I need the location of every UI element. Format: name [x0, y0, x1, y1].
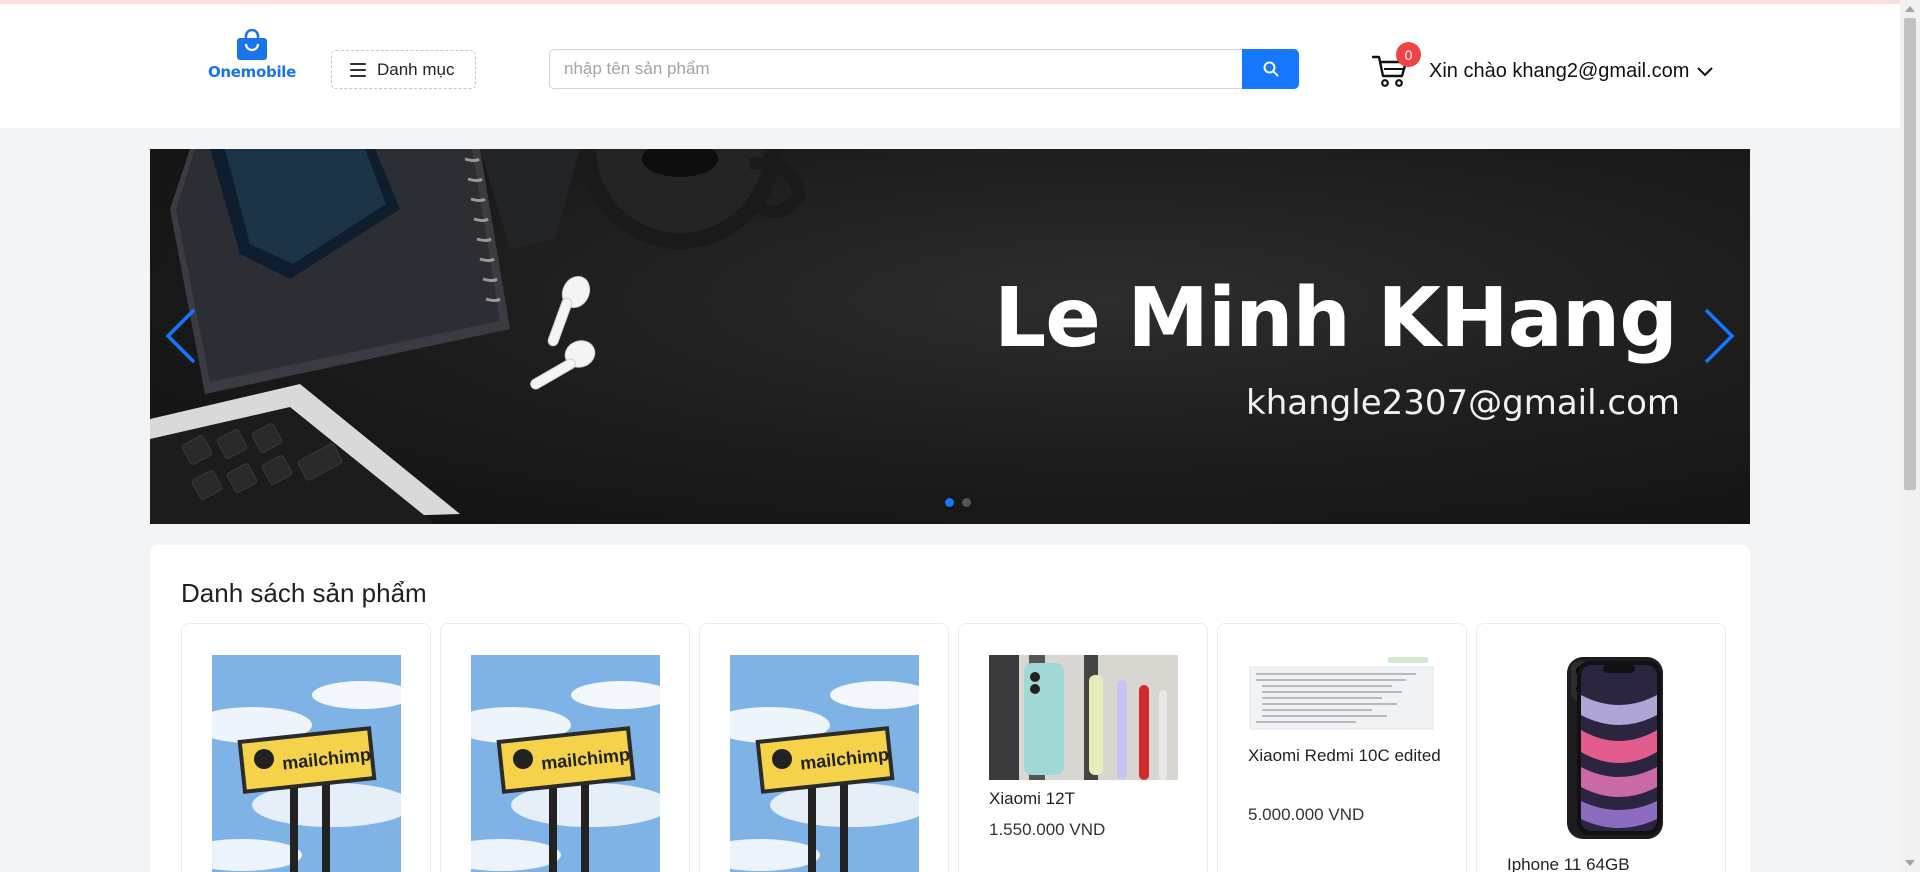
product-image-redmi-10c [1248, 655, 1437, 731]
search-input[interactable] [549, 49, 1242, 89]
product-image-mailchimp: mailchimp [471, 655, 660, 872]
product-card[interactable]: mailchimp [440, 623, 690, 872]
product-card[interactable]: Xiaomi Redmi 10C edited 5.000.000 VND [1217, 623, 1467, 872]
site-header: Onemobile Danh mục 0 Xin chào khang2@gma… [0, 4, 1900, 128]
product-card[interactable]: mailchimp [181, 623, 431, 872]
product-list-section: Danh sách sản phẩm mailchimp mailchimp m… [150, 545, 1750, 872]
product-image-mailchimp: mailchimp [212, 655, 401, 872]
cart-count-badge: 0 [1396, 42, 1421, 67]
scroll-thumb[interactable] [1904, 18, 1916, 490]
hero-banner: Le Minh KHang khangle2307@gmail.com [150, 149, 1750, 524]
product-card[interactable]: Xiaomi 12T 1.550.000 VND [958, 623, 1208, 872]
carousel-dot-2[interactable] [962, 498, 971, 507]
product-name: Xiaomi Redmi 10C edited [1248, 746, 1441, 765]
product-image-mailchimp: mailchimp [730, 655, 919, 872]
account-menu[interactable]: Xin chào khang2@gmail.com [1429, 60, 1714, 83]
product-image-xiaomi-12t [989, 655, 1178, 780]
search-bar [549, 49, 1299, 89]
product-card[interactable]: mailchimp [699, 623, 949, 872]
product-grid: mailchimp mailchimp mailchimp Xiaomi 12T… [181, 623, 1726, 872]
product-price: 5.000.000 VND [1248, 805, 1365, 824]
cart-button[interactable]: 0 [1371, 42, 1421, 90]
product-price: 1.550.000 VND [989, 820, 1106, 839]
greeting-text: Xin chào khang2@gmail.com [1429, 60, 1690, 82]
next-slide-arrow[interactable] [1702, 306, 1738, 366]
product-card[interactable]: Iphone 11 64GB [1476, 623, 1726, 872]
menu-icon [350, 62, 366, 77]
product-name: Iphone 11 64GB [1507, 855, 1630, 872]
shopping-bag-icon [237, 29, 267, 60]
page-scrollbar[interactable] [1900, 0, 1920, 872]
product-list-heading: Danh sách sản phẩm [181, 578, 427, 608]
carousel-dot-1[interactable] [945, 498, 954, 507]
product-image-iphone-11 [1507, 655, 1696, 840]
carousel-dots [945, 498, 971, 507]
product-name: Xiaomi 12T [989, 789, 1075, 808]
prev-slide-arrow[interactable] [162, 306, 198, 366]
banner-email: khangle2307@gmail.com [1246, 383, 1680, 423]
logo[interactable]: Onemobile [207, 29, 297, 81]
scroll-down-arrow[interactable] [1905, 860, 1915, 866]
banner-title: Le Minh KHang [994, 271, 1678, 366]
search-icon [1263, 61, 1278, 77]
search-button[interactable] [1242, 49, 1299, 89]
logo-text: Onemobile [207, 63, 297, 81]
scroll-up-arrow[interactable] [1905, 6, 1915, 12]
category-label: Danh mục [377, 59, 455, 79]
category-menu-button[interactable]: Danh mục [331, 50, 476, 89]
chevron-down-icon [1697, 66, 1714, 76]
